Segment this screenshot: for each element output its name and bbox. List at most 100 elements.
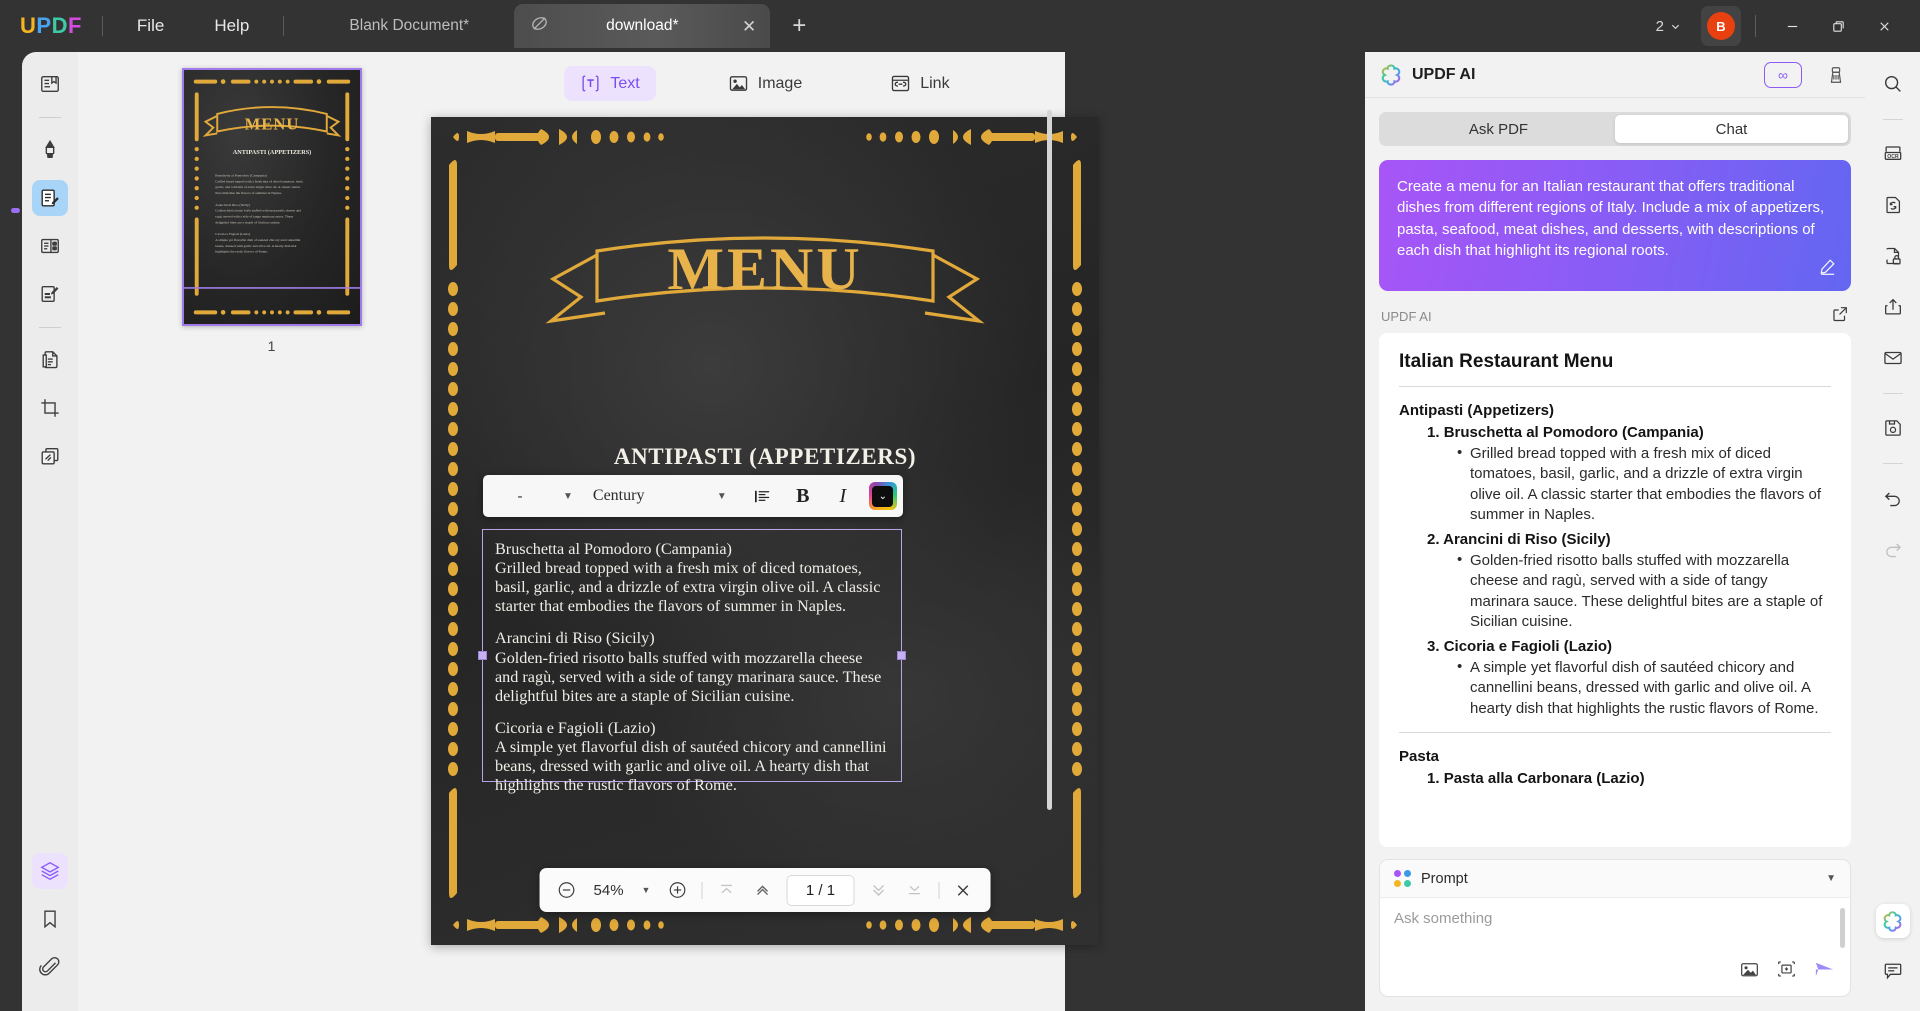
divider [1399, 731, 1831, 733]
tool-image[interactable]: Image [712, 66, 818, 101]
right-tool-rail: OCR [1865, 52, 1920, 1011]
zoom-out-button[interactable] [550, 873, 584, 907]
font-size-dropdown-icon[interactable]: ▼ [557, 491, 579, 502]
tool-text[interactable]: Text [564, 66, 656, 101]
chevron-down-icon[interactable]: ▼ [1826, 873, 1836, 884]
sidebar-item-crop[interactable] [32, 390, 68, 426]
ai-clear-button[interactable] [1821, 60, 1851, 90]
italic-button[interactable]: I [823, 479, 863, 513]
dish-heading: Bruschetta al Pomodoro (Campania) [495, 540, 732, 558]
email-button[interactable] [1875, 340, 1911, 376]
zoom-dropdown-icon[interactable]: ▼ [634, 885, 659, 895]
tab-download[interactable]: download* ✕ [514, 4, 771, 48]
titlebar-right-group: 2 B [1648, 6, 1920, 46]
ai-credits-badge[interactable]: ∞ [1764, 61, 1802, 88]
ai-question-input[interactable]: Ask something [1380, 898, 1850, 958]
window-maximize-button[interactable] [1816, 9, 1860, 43]
svg-text:beans, dressed with garlic and: beans, dressed with garlic and olive oil… [215, 244, 296, 249]
viewer-scrollbar[interactable] [1047, 110, 1052, 810]
zoom-in-button[interactable] [660, 873, 694, 907]
undo-button[interactable] [1875, 480, 1911, 516]
response-section-heading: Pasta [1399, 747, 1440, 765]
sidebar-item-comment[interactable] [32, 132, 68, 168]
reader-icon [41, 75, 59, 93]
ai-format-button[interactable]: ⌄ [868, 482, 897, 510]
comment-icon [1884, 963, 1901, 980]
item-number: 2. [1427, 531, 1440, 549]
page-indicator[interactable]: 1 / 1 [786, 874, 855, 906]
menu-text-content[interactable]: Bruschetta al Pomodoro (Campania) Grille… [483, 530, 901, 795]
new-tab-button[interactable]: + [784, 12, 814, 40]
ocr-button[interactable]: OCR [1875, 136, 1911, 172]
prompt-mode-selector[interactable]: Prompt ▼ [1380, 860, 1850, 898]
maximize-icon [1832, 20, 1844, 32]
menu-banner-text: MENU [667, 236, 862, 302]
sidebar-item-fill-sign[interactable] [32, 276, 68, 312]
sidebar-item-convert-pdf[interactable] [32, 342, 68, 378]
font-size-value[interactable]: - [483, 488, 557, 505]
sidebar-item-batch[interactable] [32, 438, 68, 474]
tab-close-icon[interactable]: ✕ [742, 18, 756, 35]
updf-application-window: UPDF File Help Blank Document* download*… [0, 0, 1920, 1011]
next-page-button[interactable] [861, 873, 895, 907]
close-navbar-button[interactable] [946, 873, 980, 907]
resize-handle-right[interactable] [897, 650, 906, 660]
convert-icon [1885, 196, 1900, 214]
font-family-value[interactable]: Century [579, 487, 711, 505]
tab-ask-pdf[interactable]: Ask PDF [1382, 115, 1615, 143]
tab-blank-document[interactable]: Blank Document* [304, 4, 514, 48]
bookmark-icon [44, 910, 56, 929]
screenshot-icon[interactable] [1776, 959, 1797, 985]
sidebar-item-attachment[interactable] [32, 949, 68, 985]
menu-help[interactable]: Help [200, 10, 263, 42]
tab-count-dropdown[interactable]: 2 [1648, 12, 1689, 41]
comment-button[interactable] [1875, 953, 1911, 989]
page-thumbnail-1[interactable]: MENU ANTIPASTI (APPETIZERS) Bruschetta a… [181, 68, 362, 326]
updf-logo[interactable]: UPDF [20, 13, 82, 39]
sidebar-item-bookmark[interactable] [32, 901, 68, 937]
first-page-button[interactable] [709, 873, 743, 907]
sidebar-item-edit-pdf[interactable] [32, 180, 68, 216]
last-page-button[interactable] [897, 873, 931, 907]
sidebar-item-organize-pages[interactable] [32, 228, 68, 264]
save-button[interactable] [1875, 410, 1911, 446]
panel-collapse-handle[interactable] [8, 195, 22, 225]
pdf-page[interactable]: MENU ANTIPASTI (APPETIZERS) - ▼ Century … [431, 117, 1099, 945]
align-left-button[interactable] [743, 479, 783, 513]
open-external-icon[interactable] [1831, 305, 1849, 328]
ai-assistant-button[interactable] [1875, 904, 1910, 938]
tab-chat[interactable]: Chat [1615, 115, 1848, 143]
bold-button[interactable]: B [783, 479, 823, 513]
prev-page-button[interactable] [745, 873, 779, 907]
edit-prompt-icon[interactable] [1818, 257, 1837, 282]
response-section-heading: Antipasti (Appetizers) [1399, 402, 1555, 420]
tool-link[interactable]: Link [874, 66, 965, 101]
search-button[interactable] [1875, 66, 1911, 102]
sidebar-item-reader[interactable] [32, 66, 68, 102]
annotate-icon [45, 139, 55, 159]
resize-handle-left[interactable] [478, 650, 487, 660]
menu-file[interactable]: File [123, 10, 178, 42]
zoom-level-value[interactable]: 54% [586, 882, 632, 899]
input-scrollbar[interactable] [1840, 908, 1845, 948]
convert-button[interactable] [1875, 187, 1911, 223]
user-avatar-button[interactable]: B [1701, 6, 1741, 46]
insert-image-icon[interactable] [1739, 959, 1760, 985]
save-icon [1884, 420, 1901, 436]
svg-text:ragù, served with a side of ta: ragù, served with a side of tangy marina… [215, 215, 293, 220]
dish-body: A simple yet flavorful dish of sautéed c… [495, 737, 887, 795]
ocr-icon: OCR [1884, 146, 1901, 160]
font-family-dropdown-icon[interactable]: ▼ [711, 491, 733, 502]
sidebar-item-layers[interactable] [32, 853, 68, 889]
window-close-button[interactable] [1862, 9, 1906, 43]
share-button[interactable] [1875, 289, 1911, 325]
selected-text-box[interactable]: Bruschetta al Pomodoro (Campania) Grille… [478, 529, 906, 794]
protect-button[interactable] [1875, 238, 1911, 274]
send-icon[interactable] [1813, 958, 1836, 986]
window-minimize-button[interactable] [1770, 9, 1814, 43]
redo-button[interactable] [1875, 531, 1911, 567]
tool-text-label: Text [610, 74, 640, 92]
card-fade-overlay [1379, 821, 1851, 847]
close-icon [1879, 21, 1889, 31]
zoom-in-icon [669, 882, 686, 898]
